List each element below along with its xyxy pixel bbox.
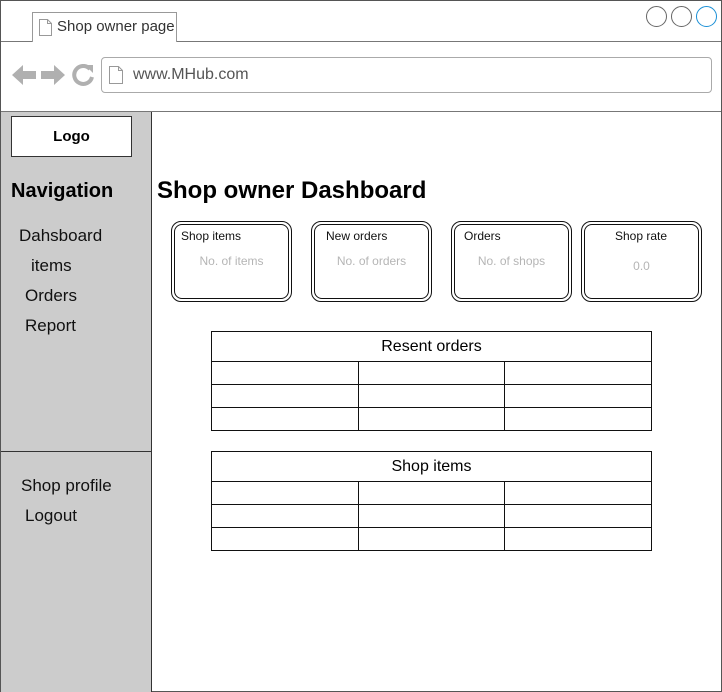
url-text: www.MHub.com [133,66,249,83]
card-title: Shop items [181,229,242,243]
table-row[interactable] [211,384,652,408]
table-cell [211,407,359,431]
stat-card-new-orders[interactable]: New orders No. of orders [311,221,432,302]
close-button[interactable] [696,6,717,27]
table-cell [211,361,359,385]
card-title: Orders [464,229,501,243]
maximize-button[interactable] [671,6,692,27]
table-row[interactable] [211,527,652,551]
table-cell [211,527,359,551]
logo: Logo [11,116,132,157]
sidebar-item-report[interactable]: Report [25,316,76,336]
table-cell [357,384,506,408]
table-title: Shop items [211,451,652,482]
tab-bar: Shop owner page [1,1,721,42]
tab-title: Shop owner page [57,18,175,35]
stat-card-shop-rate[interactable]: Shop rate 0.0 [581,221,702,302]
address-bar[interactable]: www.MHub.com [101,57,712,93]
sidebar: Logo Navigation Dahsboard items Orders R… [1,112,152,692]
stat-card-shop-items[interactable]: Shop items No. of items [171,221,292,302]
sidebar-item-shop-profile[interactable]: Shop profile [21,476,112,496]
sidebar-item-logout[interactable]: Logout [25,506,77,526]
card-title: Shop rate [615,229,668,243]
table-cell [357,527,506,551]
table-cell [357,361,506,385]
table-cell [504,481,652,505]
browser-window: Shop owner page www.MHub.com Logo Naviga… [0,0,722,692]
table-cell [504,407,652,431]
sidebar-item-orders[interactable]: Orders [25,286,77,306]
card-title: New orders [326,229,388,243]
table-cell [504,384,652,408]
card-value: No. of shops [477,254,546,268]
table-cell [211,384,359,408]
shop-items-table: Shop items [211,451,652,551]
card-value: No. of items [199,254,264,268]
back-arrow-icon[interactable] [12,64,36,86]
address-row: www.MHub.com [1,42,721,112]
forward-arrow-icon[interactable] [41,64,65,86]
table-cell [357,407,506,431]
table-row[interactable] [211,407,652,431]
table-cell [211,481,359,505]
sidebar-item-items[interactable]: items [31,256,72,276]
table-row[interactable] [211,504,652,528]
table-cell [357,481,506,505]
card-value: No. of orders [336,254,407,268]
page-icon [39,19,52,36]
table-cell [504,527,652,551]
table-cell [504,361,652,385]
navigation-heading: Navigation [11,180,114,202]
table-cell [211,504,359,528]
table-cell [357,504,506,528]
sidebar-divider [1,451,151,452]
page-icon [109,66,123,84]
minimize-button[interactable] [646,6,667,27]
table-row[interactable] [211,361,652,385]
recent-orders-table: Resent orders [211,331,652,431]
sidebar-item-dashboard[interactable]: Dahsboard [19,226,102,246]
browser-tab[interactable]: Shop owner page [32,12,177,42]
stat-card-orders[interactable]: Orders No. of shops [451,221,572,302]
table-row[interactable] [211,481,652,505]
reload-icon[interactable] [72,64,94,86]
card-value: 0.0 [633,259,650,273]
table-cell [504,504,652,528]
table-title: Resent orders [211,331,652,362]
page-title: Shop owner Dashboard [157,177,427,204]
